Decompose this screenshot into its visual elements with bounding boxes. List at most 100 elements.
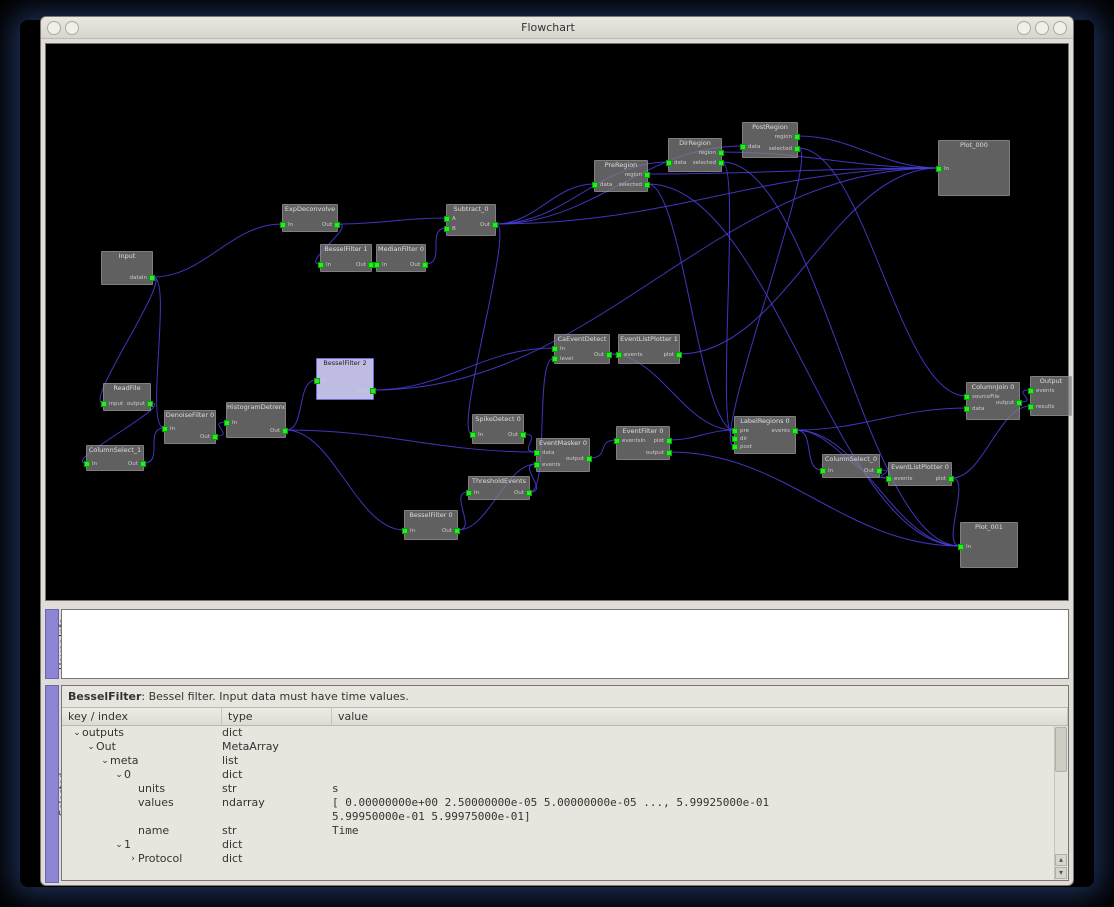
flowchart-canvas[interactable]: InputdataInReadFileinputoutputColumnSele…: [45, 43, 1069, 601]
port[interactable]: [606, 352, 612, 358]
sticky-button[interactable]: [65, 21, 79, 35]
port[interactable]: [616, 352, 622, 358]
port[interactable]: [644, 172, 650, 178]
node-Plot001[interactable]: Plot_001In: [960, 522, 1018, 568]
node-SpikeDetect[interactable]: SpikeDetect 0InOut: [472, 414, 524, 444]
node-ThresholdEvents[interactable]: ThresholdEvents 0InOut: [468, 476, 530, 500]
port[interactable]: [84, 461, 90, 467]
port[interactable]: [936, 166, 942, 172]
node-HistogramDetrend[interactable]: HistogramDetrendInOut: [226, 402, 286, 438]
scroll-down-icon[interactable]: ▾: [1055, 867, 1067, 879]
disclosure-icon[interactable]: ›: [128, 852, 138, 866]
scroll-up-icon[interactable]: ▴: [1055, 854, 1067, 866]
port[interactable]: [732, 428, 738, 434]
port[interactable]: [444, 216, 450, 222]
titlebar[interactable]: Flowchart: [41, 17, 1073, 39]
port[interactable]: [466, 490, 472, 496]
port[interactable]: [149, 275, 155, 281]
port[interactable]: [1028, 388, 1034, 394]
port[interactable]: [422, 262, 428, 268]
tree-row[interactable]: 5.99950000e-01 5.99975000e-01]: [62, 810, 1068, 824]
column-value[interactable]: value: [332, 708, 1068, 725]
port[interactable]: [334, 222, 340, 228]
port[interactable]: [1016, 400, 1022, 406]
port[interactable]: [314, 378, 320, 384]
port[interactable]: [140, 461, 146, 467]
port[interactable]: [820, 468, 826, 474]
tree-row[interactable]: namestrTime: [62, 824, 1068, 838]
tree-body[interactable]: ⌄outputsdict⌄OutMetaArray⌄metalist⌄0dict…: [62, 726, 1068, 880]
tree-scrollbar[interactable]: ▴ ▾: [1054, 726, 1068, 880]
node-Output[interactable]: Outputeventsresults: [1030, 376, 1072, 416]
port[interactable]: [101, 401, 107, 407]
port[interactable]: [402, 528, 408, 534]
node-DirRegion[interactable]: DirRegiondataregionselected: [668, 138, 722, 172]
port[interactable]: [534, 450, 540, 456]
node-PreRegion[interactable]: PreRegiondataregionselected: [594, 160, 648, 192]
node-ColumnSelect0[interactable]: ColumnSelect_0InOut: [822, 454, 880, 478]
tree-row[interactable]: ⌄0dict: [62, 768, 1068, 782]
port[interactable]: [740, 144, 746, 150]
port[interactable]: [794, 134, 800, 140]
maximize-button[interactable]: [1035, 21, 1049, 35]
column-key[interactable]: key / index: [62, 708, 222, 725]
port[interactable]: [614, 438, 620, 444]
port[interactable]: [718, 150, 724, 156]
node-MedianFilter[interactable]: MedianFilter 0InOut: [376, 244, 426, 272]
tree-row[interactable]: ⌄1dict: [62, 838, 1068, 852]
selected-node-tab[interactable]: Selected Node: [45, 685, 59, 883]
tree-row[interactable]: ⌄metalist: [62, 754, 1068, 768]
node-EventFilter[interactable]: EventFilter 0eventsInplotoutput: [616, 426, 670, 460]
node-Plot000[interactable]: Plot_000In: [938, 140, 1010, 196]
disclosure-icon[interactable]: ⌄: [114, 768, 124, 782]
tree-row[interactable]: valuesndarray[ 0.00000000e+00 2.50000000…: [62, 796, 1068, 810]
scrollbar-thumb[interactable]: [1055, 727, 1067, 772]
port[interactable]: [552, 356, 558, 362]
disclosure-icon[interactable]: ⌄: [72, 726, 82, 740]
close-button[interactable]: [1053, 21, 1067, 35]
port[interactable]: [592, 182, 598, 188]
port[interactable]: [792, 428, 798, 434]
port[interactable]: [1028, 404, 1034, 410]
port[interactable]: [282, 428, 288, 434]
node-BesselFilter1[interactable]: BesselFilter 1InOut: [320, 244, 372, 272]
port[interactable]: [444, 226, 450, 232]
port[interactable]: [147, 401, 153, 407]
port[interactable]: [470, 432, 476, 438]
tree-header[interactable]: key / index type value: [62, 707, 1068, 726]
node-ColumnJoin[interactable]: ColumnJoin 0sourceFiledataoutput: [966, 382, 1020, 420]
tree-row[interactable]: ⌄OutMetaArray: [62, 740, 1068, 754]
port[interactable]: [964, 394, 970, 400]
port[interactable]: [280, 222, 286, 228]
port[interactable]: [526, 490, 532, 496]
node-BesselFilter0[interactable]: BesselFilter 0InOut: [404, 510, 458, 540]
port[interactable]: [162, 426, 168, 432]
tree-row[interactable]: unitsstrs: [62, 782, 1068, 796]
app-menu-icon[interactable]: [47, 21, 61, 35]
port[interactable]: [958, 544, 964, 550]
port[interactable]: [318, 262, 324, 268]
port[interactable]: [520, 432, 526, 438]
port[interactable]: [644, 182, 650, 188]
hover-info-tab[interactable]: Hover Info: [45, 609, 59, 679]
node-CaEventDetect[interactable]: CaEventDetect 0InlevelOut: [554, 334, 610, 364]
port[interactable]: [492, 222, 498, 228]
node-BesselFilter2[interactable]: BesselFilter 2InOut: [316, 358, 374, 400]
port[interactable]: [732, 444, 738, 450]
node-ReadFile[interactable]: ReadFileinputoutput: [103, 383, 151, 411]
port[interactable]: [552, 346, 558, 352]
disclosure-icon[interactable]: ⌄: [114, 838, 124, 852]
port[interactable]: [676, 352, 682, 358]
port[interactable]: [886, 476, 892, 482]
port[interactable]: [666, 450, 672, 456]
port[interactable]: [964, 406, 970, 412]
port[interactable]: [876, 468, 882, 474]
node-EventMasker[interactable]: EventMasker 0dataeventsoutput: [536, 438, 590, 472]
disclosure-icon[interactable]: ⌄: [86, 740, 96, 754]
node-DenoiseFilter[interactable]: DenoiseFilter 0InOut: [164, 410, 216, 444]
port[interactable]: [534, 462, 540, 468]
port[interactable]: [666, 438, 672, 444]
port[interactable]: [666, 160, 672, 166]
node-ColumnSelect1[interactable]: ColumnSelect_1InOut: [86, 445, 144, 471]
port[interactable]: [374, 262, 380, 268]
